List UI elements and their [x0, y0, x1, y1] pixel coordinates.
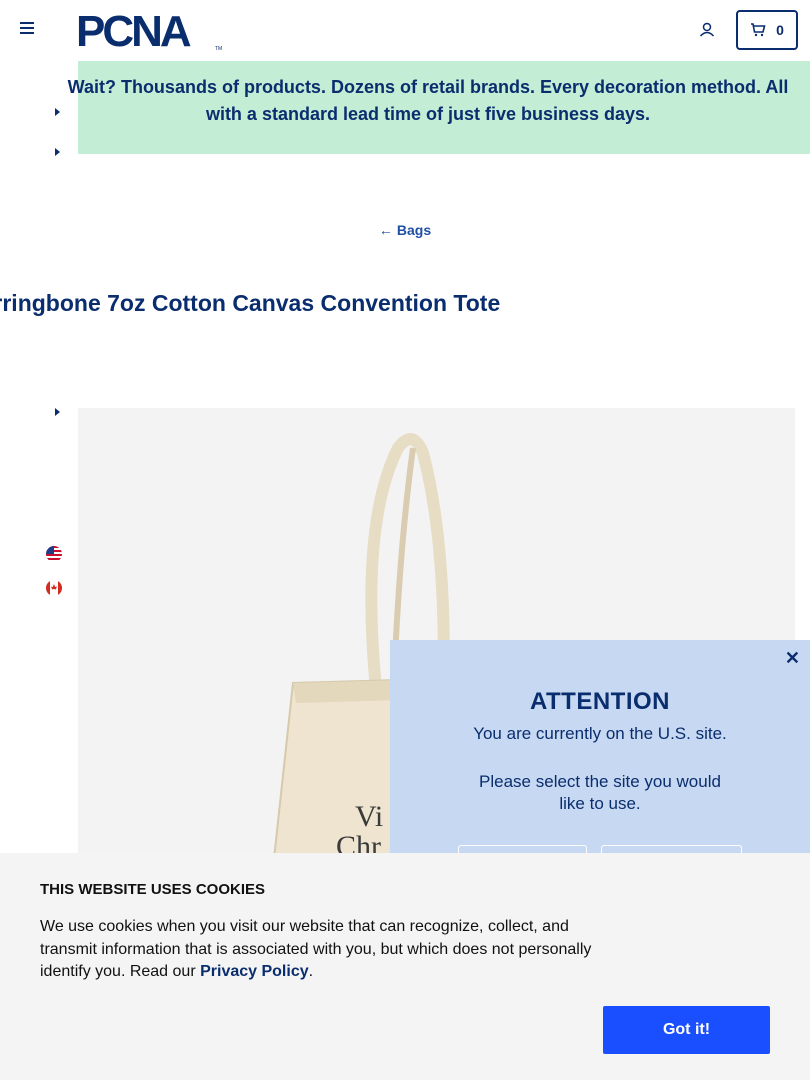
us-flag-icon[interactable] — [46, 546, 62, 562]
cart-icon — [751, 23, 766, 37]
attention-current-site: You are currently on the U.S. site. — [473, 724, 727, 743]
cart-count: 0 — [776, 22, 784, 38]
hamburger-icon[interactable] — [20, 22, 36, 38]
promo-banner: Wait? Thousands of products. Dozens of r… — [68, 61, 810, 154]
product-title: Herringbone 7oz Cotton Canvas Convention… — [0, 290, 501, 316]
cookie-banner: THIS WEBSITE USES COOKIES We use cookies… — [0, 853, 810, 1080]
breadcrumb[interactable]: ← Bags — [0, 222, 810, 238]
caret-right-icon[interactable] — [52, 147, 62, 157]
accept-cookies-button[interactable]: Got it! — [603, 1006, 770, 1054]
cookie-period: . — [308, 963, 314, 980]
arrow-left-icon: ← — [378, 222, 393, 238]
page: PCNA TM 0 Wait? Thousands of products. D… — [0, 0, 810, 1080]
caret-right-icon[interactable] — [52, 407, 62, 417]
attention-prompt-line1: Please select the site you would — [479, 772, 721, 791]
privacy-policy-link[interactable]: Privacy Policy — [200, 963, 309, 980]
svg-text:Vi: Vi — [355, 800, 383, 833]
attention-prompt-line2: like to use. — [559, 794, 641, 813]
breadcrumb-label[interactable]: Bags — [397, 222, 431, 238]
pcna-logo[interactable]: PCNA TM — [76, 10, 224, 52]
user-icon[interactable] — [697, 20, 717, 40]
site-header: PCNA TM 0 — [0, 0, 810, 60]
attention-title: ATTENTION — [529, 688, 671, 715]
cart-button[interactable]: 0 — [736, 10, 798, 50]
cookie-title: THIS WEBSITE USES COOKIES — [40, 881, 266, 898]
canada-flag-icon[interactable] — [46, 580, 62, 596]
close-icon[interactable]: ✕ — [785, 648, 800, 669]
svg-text:TM: TM — [215, 46, 222, 52]
cookie-text: We use cookies when you visit our websit… — [40, 916, 610, 984]
site-selector-panel: ✕ ATTENTION You are currently on the U.S… — [390, 640, 810, 880]
cookie-body: We use cookies when you visit our websit… — [40, 918, 592, 980]
svg-text:PCNA: PCNA — [76, 10, 191, 52]
promo-banner-text: Wait? Thousands of products. Dozens of r… — [67, 77, 789, 124]
